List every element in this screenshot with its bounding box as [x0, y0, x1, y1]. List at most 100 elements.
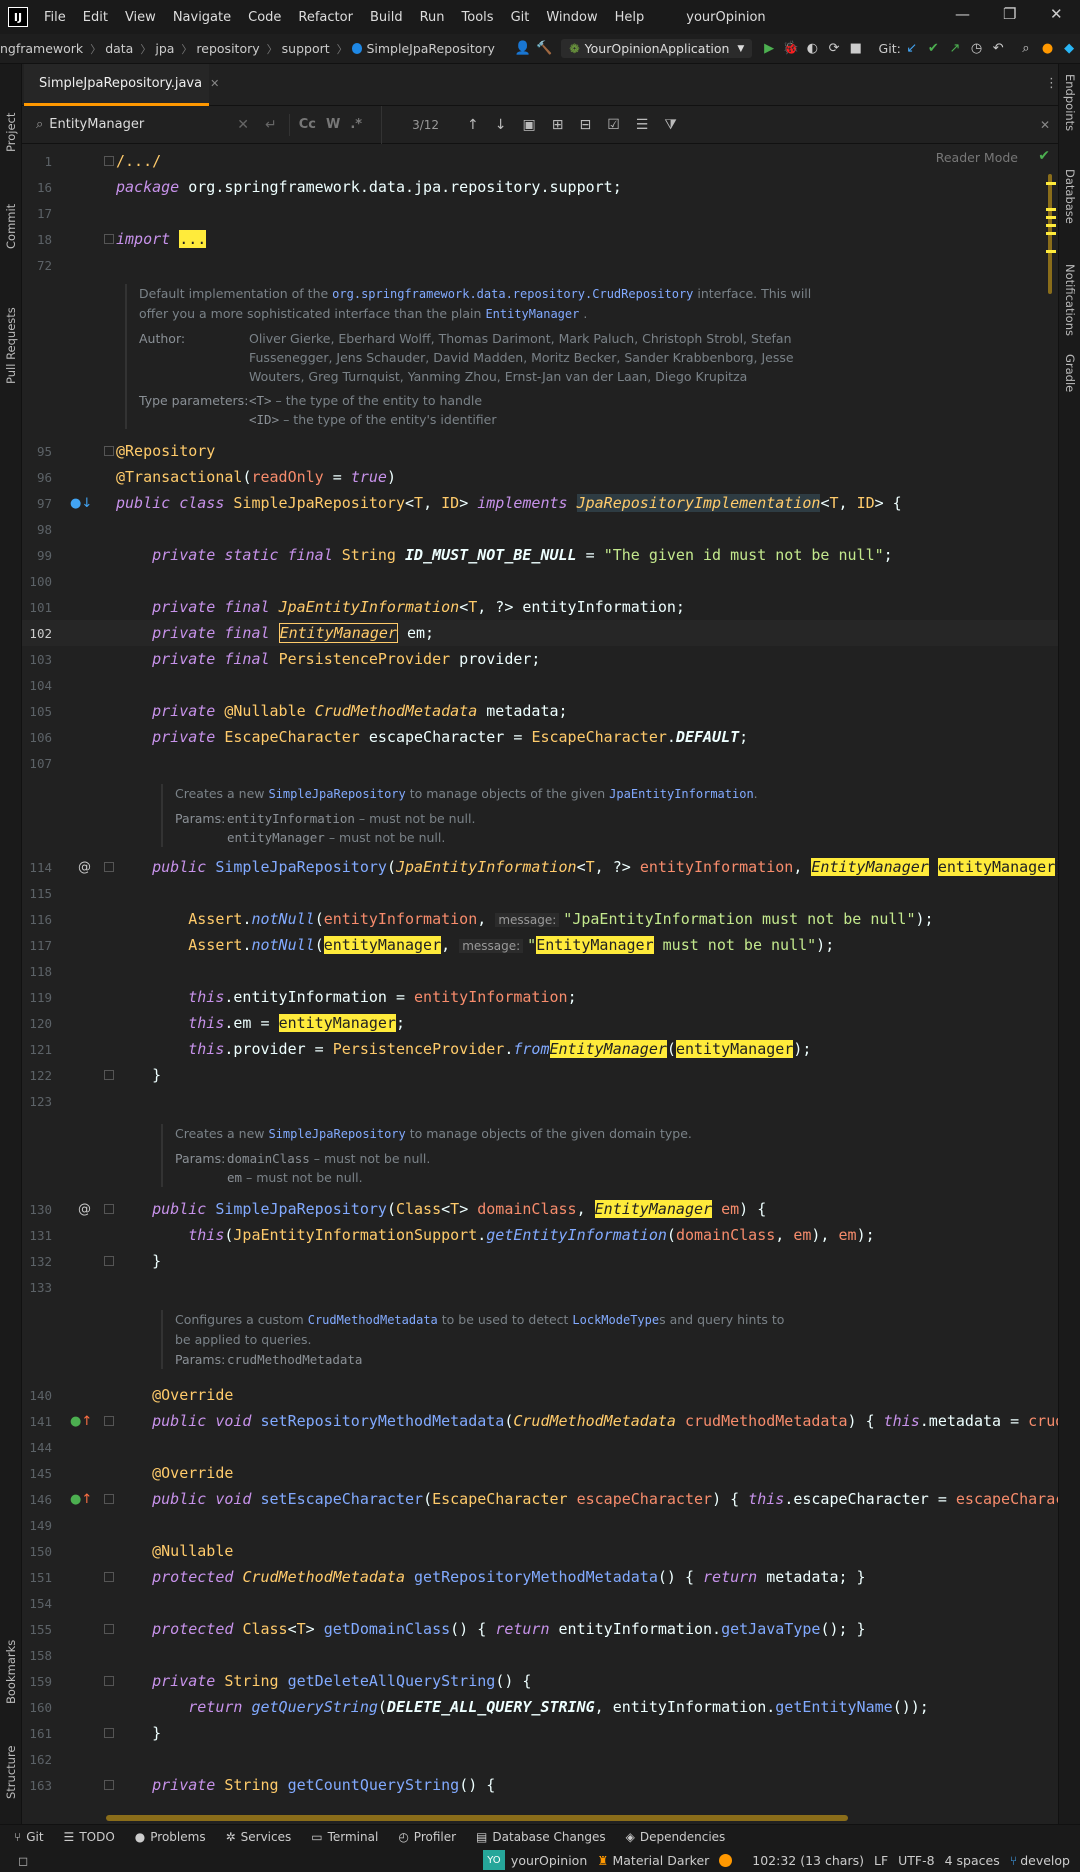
- fold-icon[interactable]: [104, 1624, 114, 1634]
- menu-file[interactable]: File: [44, 10, 66, 25]
- code-line[interactable]: 115: [22, 880, 1058, 906]
- tool-tab-project[interactable]: Project: [4, 113, 18, 152]
- menu-edit[interactable]: Edit: [83, 10, 108, 25]
- history-icon[interactable]: ◷: [966, 38, 988, 60]
- debug-icon[interactable]: 🐞: [780, 38, 802, 60]
- vertical-scrollbar[interactable]: [1044, 144, 1058, 1824]
- code-line[interactable]: 100: [22, 568, 1058, 594]
- tool-problems[interactable]: ● Problems: [135, 1830, 206, 1844]
- rollback-icon[interactable]: ↶: [987, 38, 1009, 60]
- previous-match-icon[interactable]: ↑: [467, 117, 479, 133]
- menu-refactor[interactable]: Refactor: [298, 10, 353, 25]
- fold-icon[interactable]: [104, 1416, 114, 1426]
- fold-icon[interactable]: [104, 1572, 114, 1582]
- horizontal-scrollbar-thumb[interactable]: [106, 1815, 848, 1821]
- filter-icon[interactable]: ⧩: [664, 117, 677, 133]
- code-line[interactable]: 118: [22, 958, 1058, 984]
- run-icon[interactable]: ▶: [758, 38, 780, 60]
- toggle-tool-windows-icon[interactable]: ◻: [18, 1853, 28, 1868]
- match-stripe[interactable]: [1046, 232, 1056, 235]
- code-line[interactable]: 121 this.provider = PersistenceProvider.…: [22, 1036, 1058, 1062]
- status-project[interactable]: yourOpinion: [511, 1853, 587, 1868]
- fold-icon[interactable]: [104, 862, 114, 872]
- status-line-separator[interactable]: LF: [874, 1853, 888, 1868]
- tool-terminal[interactable]: ▭ Terminal: [311, 1830, 378, 1844]
- code-line[interactable]: 1 /.../: [22, 148, 1058, 174]
- build-hammer-icon[interactable]: 🔨: [534, 38, 556, 60]
- code-line[interactable]: 149: [22, 1512, 1058, 1538]
- code-editor[interactable]: Reader Mode ✔ 1 /.../ 16 package org.spr…: [22, 144, 1058, 1824]
- remove-occurrence-icon[interactable]: ⊟: [579, 117, 591, 133]
- code-line[interactable]: 146 ●↑ public void setEscapeCharacter(Esc…: [22, 1486, 1058, 1512]
- tool-database-changes[interactable]: ▤ Database Changes: [476, 1830, 606, 1844]
- restore-icon[interactable]: ❐: [1003, 5, 1016, 23]
- select-all-occurrences-icon[interactable]: ☑: [607, 117, 620, 133]
- rendered-javadoc[interactable]: Default implementation of the org.spring…: [125, 284, 811, 429]
- breadcrumb-item[interactable]: jpa: [155, 41, 174, 56]
- tool-tab-database[interactable]: Database: [1063, 169, 1077, 224]
- code-line[interactable]: 123: [22, 1088, 1058, 1114]
- code-line[interactable]: 162: [22, 1746, 1058, 1772]
- rendered-javadoc[interactable]: Creates a new SimpleJpaRepository to man…: [161, 784, 758, 847]
- code-line[interactable]: 120 this.em = entityManager;: [22, 1010, 1058, 1036]
- code-line[interactable]: 107: [22, 750, 1058, 776]
- override-marker-icon[interactable]: ●↑: [70, 1492, 92, 1507]
- add-occurrence-icon[interactable]: ⊞: [552, 117, 564, 133]
- code-line[interactable]: 119 this.entityInformation = entityInfor…: [22, 984, 1058, 1010]
- close-window-icon[interactable]: ✕: [1050, 5, 1063, 23]
- menu-git[interactable]: Git: [511, 10, 530, 25]
- git-update-icon[interactable]: ↙: [901, 38, 923, 60]
- code-line[interactable]: 160 return getQueryString(DELETE_ALL_QUE…: [22, 1694, 1058, 1720]
- filter-options-icon[interactable]: ☰: [636, 117, 649, 133]
- code-line[interactable]: 104: [22, 672, 1058, 698]
- code-line[interactable]: 140 @Override: [22, 1382, 1058, 1408]
- tool-todo[interactable]: ☰ TODO: [64, 1830, 115, 1844]
- breadcrumb-item[interactable]: ngframework: [0, 41, 83, 56]
- code-line[interactable]: 150 @Nullable: [22, 1538, 1058, 1564]
- match-stripe[interactable]: [1046, 208, 1056, 211]
- code-line[interactable]: 17: [22, 200, 1058, 226]
- status-branch[interactable]: develop: [1020, 1853, 1070, 1868]
- fold-icon[interactable]: [104, 1728, 114, 1738]
- open-results-icon[interactable]: ▣: [523, 117, 536, 133]
- breadcrumb-current[interactable]: SimpleJpaRepository: [366, 41, 494, 56]
- code-line[interactable]: 18 import ...: [22, 226, 1058, 252]
- fold-icon[interactable]: [104, 234, 114, 244]
- match-stripe[interactable]: [1046, 216, 1056, 219]
- status-indent[interactable]: 4 spaces: [945, 1853, 1000, 1868]
- status-encoding[interactable]: UTF-8: [898, 1853, 934, 1868]
- next-match-icon[interactable]: ↓: [495, 117, 507, 133]
- menu-tools[interactable]: Tools: [462, 10, 494, 25]
- whole-words-toggle[interactable]: W: [326, 117, 340, 132]
- fold-icon[interactable]: [104, 1494, 114, 1504]
- fold-icon[interactable]: [104, 1676, 114, 1686]
- breadcrumb-item[interactable]: support: [282, 41, 330, 56]
- theme-indicator-icon[interactable]: [719, 1853, 733, 1867]
- tool-git[interactable]: ⑂ Git: [14, 1830, 44, 1844]
- code-line[interactable]: 133: [22, 1274, 1058, 1300]
- code-line[interactable]: 155 protected Class<T> getDomainClass() …: [22, 1616, 1058, 1642]
- code-line[interactable]: 101 private final JpaEntityInformation<T…: [22, 594, 1058, 620]
- tool-tab-notifications[interactable]: Notifications: [1063, 264, 1077, 336]
- code-line[interactable]: 144: [22, 1434, 1058, 1460]
- menu-window[interactable]: Window: [546, 10, 597, 25]
- match-stripe[interactable]: [1046, 182, 1056, 185]
- code-line[interactable]: 114 @ public SimpleJpaRepository(JpaEntit…: [22, 854, 1058, 880]
- tool-dependencies[interactable]: ◈ Dependencies: [626, 1830, 726, 1844]
- git-commit-icon[interactable]: ✔: [922, 38, 944, 60]
- code-line[interactable]: 106 private EscapeCharacter escapeCharac…: [22, 724, 1058, 750]
- menu-navigate[interactable]: Navigate: [173, 10, 231, 25]
- updates-icon[interactable]: ●: [1037, 38, 1059, 60]
- code-line[interactable]: 97 ●↓ public class SimpleJpaRepository<T,…: [22, 490, 1058, 516]
- code-line[interactable]: 122 }: [22, 1062, 1058, 1088]
- regex-toggle[interactable]: .*: [350, 117, 362, 132]
- fold-icon[interactable]: [104, 446, 114, 456]
- autowired-marker-icon[interactable]: @: [78, 1202, 91, 1217]
- search-input[interactable]: [49, 117, 230, 132]
- coverage-icon[interactable]: ◐: [802, 38, 824, 60]
- toolbox-icon[interactable]: ◆: [1058, 38, 1080, 60]
- search-everywhere-icon[interactable]: ⌕: [1015, 38, 1037, 60]
- menu-code[interactable]: Code: [248, 10, 281, 25]
- stop-icon[interactable]: ■: [845, 38, 867, 60]
- code-line[interactable]: 96 @Transactional(readOnly = true): [22, 464, 1058, 490]
